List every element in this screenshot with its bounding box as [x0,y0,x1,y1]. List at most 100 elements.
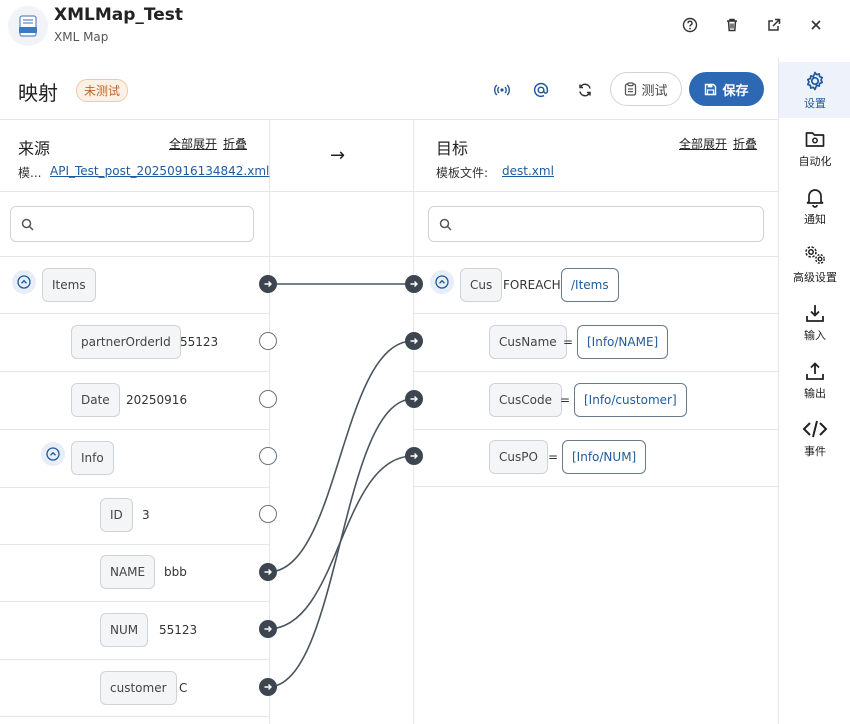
sidebar-item-output[interactable]: 输出 [779,352,850,408]
search-separator [0,256,778,257]
window-header: XMLMap_Test XML Map [0,0,850,58]
source-port-name[interactable] [259,563,277,581]
target-mapping-cuscode[interactable]: [Info/customer] [574,383,687,417]
row-separator [0,429,269,430]
target-port-cuscode[interactable] [405,390,423,408]
test-button[interactable]: 测试 [610,72,682,106]
source-port-num[interactable] [259,620,277,638]
target-mapping-cus[interactable]: /Items [561,268,619,302]
source-node-partnerorderid[interactable]: partnerOrderId [71,325,181,359]
row-separator [413,371,778,372]
connector-num-cuspo [267,455,414,630]
sidebar-item-notify[interactable]: 通知 [779,178,850,234]
help-icon[interactable] [677,12,703,38]
right-sidebar: 设置 自动化 通知 高级设置 输入 输出 事件 [778,58,850,724]
target-node-cusname[interactable]: CusName [489,325,567,359]
download-icon [806,304,824,322]
arrow-right-icon [410,396,418,402]
source-port-date[interactable] [259,390,277,408]
source-search[interactable] [10,206,254,242]
search-icon [439,218,452,231]
row-separator [413,486,778,487]
page-title: 映射 [18,81,58,105]
source-node-name[interactable]: NAME [100,555,156,589]
refresh-icon[interactable] [573,78,597,102]
mapping-toolbar: 映射 未测试 测试 保存 [0,58,778,120]
save-icon [705,83,717,95]
source-template-file-link[interactable]: API_Test_post_20250916134842.xml [50,164,269,178]
target-divider [413,120,414,724]
target-port-cus[interactable] [405,275,423,293]
xml-app-icon [8,6,48,46]
target-port-cuspo[interactable] [405,447,423,465]
target-node-cus[interactable]: Cus [460,268,503,302]
source-port-id[interactable] [259,505,277,523]
target-collapse-link[interactable]: 折叠 [733,135,757,152]
target-search[interactable] [428,206,764,242]
app-window: XMLMap_Test XML Map 映射 未测试 测试 保存 设置 自动化 … [0,0,850,724]
target-op-equals: = [548,450,559,464]
row-separator [413,313,778,314]
source-node-id[interactable]: ID [100,498,133,532]
collapse-cus-toggle[interactable] [430,270,454,294]
sidebar-item-automation[interactable]: 自动化 [779,120,850,176]
test-button-label: 测试 [641,83,668,99]
mapping-direction-arrow: → [330,145,346,166]
close-icon[interactable] [803,12,829,38]
source-expand-all-link[interactable]: 全部展开 [169,135,217,152]
save-button[interactable]: 保存 [689,72,764,106]
arrow-right-icon [410,453,418,459]
bell-icon [806,188,824,208]
source-node-num[interactable]: NUM [100,613,149,647]
target-mapping-cusname[interactable]: [Info/NAME] [577,325,669,359]
target-node-cuspo[interactable]: CusPO [489,440,548,474]
connector-name-cusname [267,340,414,573]
target-node-cuscode[interactable]: CusCode [489,383,562,417]
chevron-up-icon [17,275,31,289]
source-node-date[interactable]: Date [71,383,120,417]
target-expand-all-link[interactable]: 全部展开 [679,135,727,152]
source-port-items[interactable] [259,275,277,293]
target-title: 目标 [436,139,469,158]
source-node-info[interactable]: Info [71,441,114,475]
sidebar-item-label: 输入 [804,328,826,342]
sidebar-item-label: 通知 [804,212,826,226]
row-separator [0,544,269,545]
source-port-partnerorderid[interactable] [259,332,277,350]
source-value-num: 55123 [159,623,198,637]
chevron-up-icon [435,275,449,289]
sidebar-item-label: 设置 [804,96,826,110]
sidebar-item-events[interactable]: 事件 [779,410,850,466]
source-collapse-link[interactable]: 折叠 [223,135,247,152]
collapse-items-toggle[interactable] [12,270,36,294]
delete-icon[interactable] [719,12,745,38]
sidebar-item-label: 高级设置 [793,270,837,284]
gear-icon [806,71,824,90]
source-title: 来源 [18,139,51,158]
target-op-foreach: FOREACH [503,278,561,292]
source-port-info[interactable] [259,447,277,465]
target-port-cusname[interactable] [405,332,423,350]
source-node-items[interactable]: Items [42,268,96,302]
collapse-info-toggle[interactable] [41,442,65,466]
broadcast-icon[interactable] [490,78,514,102]
upload-icon [806,361,824,380]
sidebar-item-input[interactable]: 输入 [779,294,850,350]
target-mapping-cuspo[interactable]: [Info/NUM] [562,440,647,474]
source-node-customer[interactable]: customer [100,671,177,705]
sidebar-item-label: 输出 [804,386,826,400]
app-title: XMLMap_Test [54,5,184,25]
source-port-customer[interactable] [259,678,277,696]
gears-icon [805,245,825,264]
row-separator [0,371,269,372]
at-sign-icon[interactable] [529,78,553,102]
source-search-input[interactable] [42,216,228,232]
open-external-icon[interactable] [761,12,787,38]
sidebar-item-settings[interactable]: 设置 [779,62,850,118]
sidebar-item-advanced[interactable]: 高级设置 [779,236,850,292]
target-search-input[interactable] [460,216,720,232]
app-subtitle: XML Map [54,30,109,44]
source-value-id: 3 [142,508,150,522]
target-template-file-link[interactable]: dest.xml [502,164,554,178]
row-separator [0,313,269,314]
